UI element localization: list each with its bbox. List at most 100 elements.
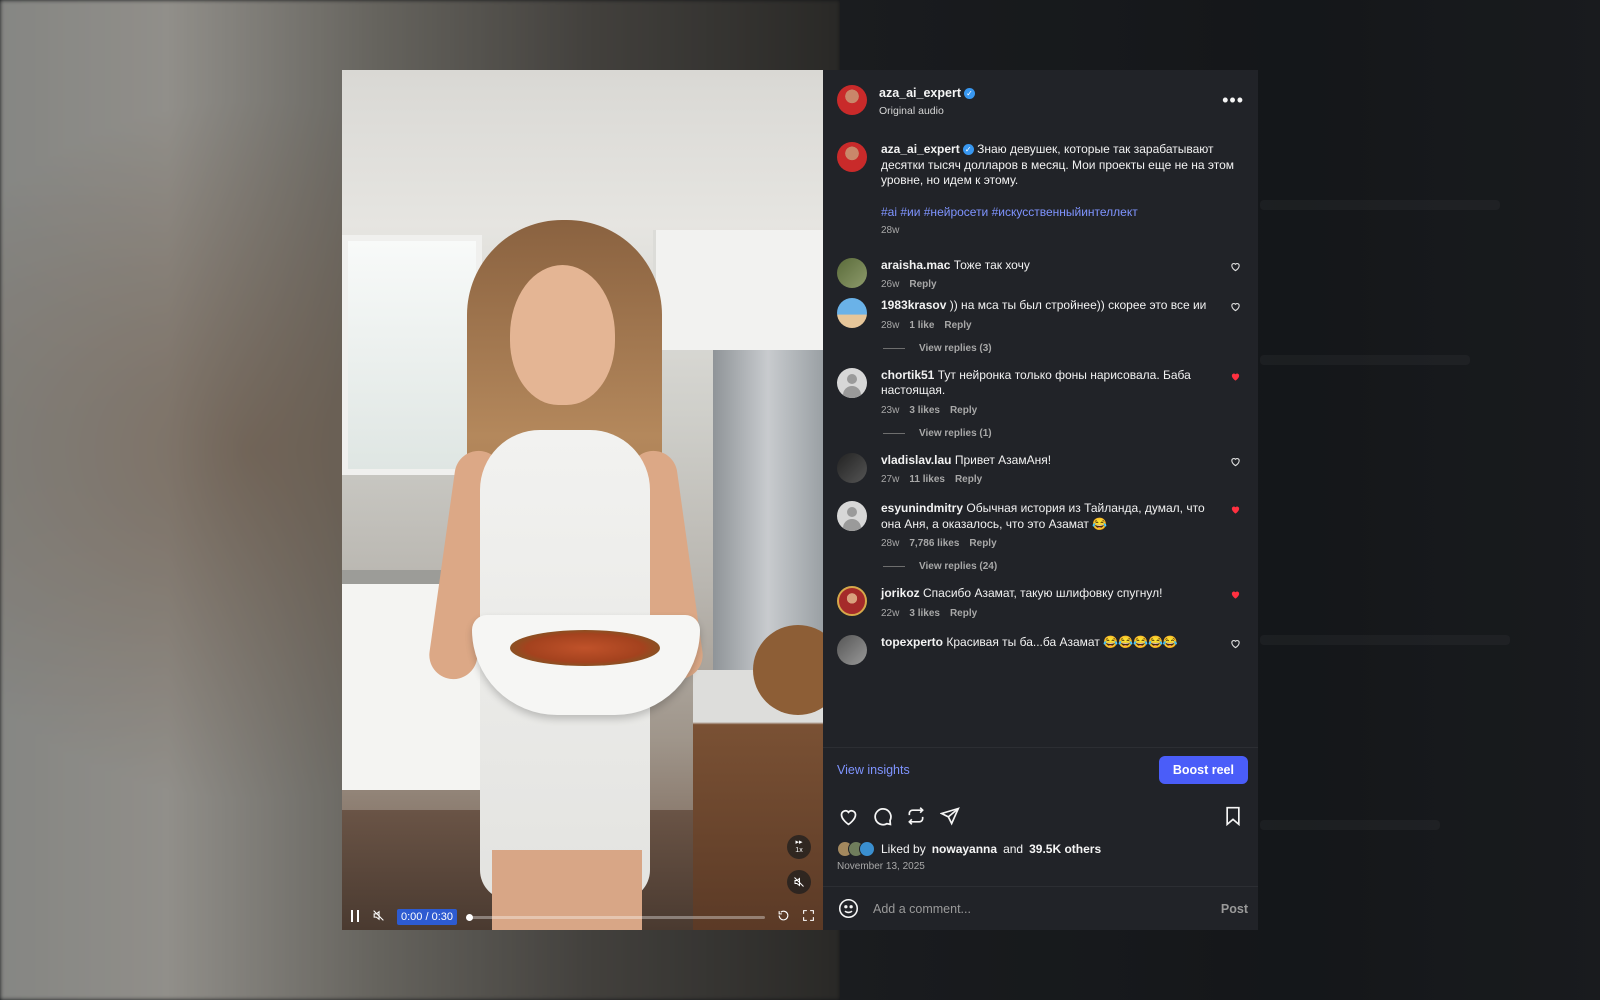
view-replies-button[interactable]: View replies (24): [883, 561, 1244, 572]
liked-by-others[interactable]: 39.5K others: [1029, 842, 1101, 856]
liked-by-prefix: Liked by: [881, 842, 926, 856]
comment-like-button[interactable]: [1226, 453, 1244, 486]
reply-button[interactable]: Reply: [950, 608, 977, 619]
playback-speed-label: 1x: [795, 847, 803, 854]
reply-button[interactable]: Reply: [955, 474, 982, 485]
comment-item: vladislav.lau Привет АзамАня! 27w 11 lik…: [837, 452, 1244, 486]
comments-list[interactable]: aza_ai_expert ✓ Знаю девушек, которые так…: [823, 130, 1258, 747]
comment-likes[interactable]: 3 likes: [909, 405, 940, 416]
muted-speaker-icon: [373, 910, 384, 921]
comment-time: 22w: [881, 607, 900, 619]
author-avatar[interactable]: [837, 85, 867, 115]
reply-button[interactable]: Reply: [909, 279, 936, 290]
send-icon: [940, 807, 960, 826]
view-insights-link[interactable]: View insights: [837, 763, 910, 777]
muted-speaker-icon: [794, 877, 804, 887]
comment-likes[interactable]: 1 like: [909, 320, 934, 331]
emoji-button[interactable]: [837, 898, 859, 920]
reel-video[interactable]: ▸▸ 1x 0:00 / 0:30: [342, 70, 823, 930]
comment-item: chortik51 Тут нейронка только фоны нарис…: [837, 367, 1244, 416]
repost-button[interactable]: [905, 805, 927, 827]
comment-likes[interactable]: 3 likes: [909, 608, 940, 619]
commenter-avatar[interactable]: [837, 586, 867, 616]
view-replies-button[interactable]: View replies (3): [883, 343, 1244, 354]
original-audio-link[interactable]: Original audio: [879, 105, 1210, 117]
view-replies-label: View replies (1): [919, 427, 992, 439]
comment-username[interactable]: jorikoz: [881, 586, 920, 600]
reply-button[interactable]: Reply: [950, 405, 977, 416]
post-comment-button[interactable]: Post: [1221, 902, 1248, 916]
comment-username[interactable]: chortik51: [881, 368, 934, 382]
like-button[interactable]: [837, 805, 859, 827]
comment-like-button[interactable]: [1226, 635, 1244, 665]
comment-like-button[interactable]: [1226, 586, 1244, 619]
view-replies-button[interactable]: View replies (1): [883, 428, 1244, 439]
reply-button[interactable]: Reply: [944, 320, 971, 331]
playback-speed-button[interactable]: ▸▸ 1x: [787, 835, 811, 859]
more-options-button[interactable]: •••: [1222, 90, 1244, 111]
view-replies-label: View replies (24): [919, 561, 998, 572]
video-scene-window: [342, 235, 482, 475]
heart-icon: [840, 809, 856, 825]
more-horizontal-icon: •••: [1222, 89, 1244, 110]
comment-time: 26w: [881, 279, 900, 290]
fast-forward-icon: ▸▸: [795, 839, 803, 846]
video-scene-fridge: [713, 350, 823, 670]
boost-reel-button[interactable]: Boost reel: [1158, 755, 1248, 784]
comment-like-button[interactable]: [1226, 501, 1244, 549]
commenter-avatar[interactable]: [837, 367, 867, 398]
caption-username[interactable]: aza_ai_expert: [881, 142, 960, 156]
fullscreen-button[interactable]: [802, 909, 815, 925]
comment-input[interactable]: [873, 901, 1207, 916]
reel-sidebar: aza_ai_expert ✓ Original audio ••• aza_ai…: [823, 70, 1258, 930]
mute-toggle-button[interactable]: [787, 870, 811, 894]
commenter-avatar[interactable]: [837, 634, 867, 665]
comment-likes[interactable]: 11 likes: [909, 474, 945, 485]
video-food: [510, 630, 660, 666]
comment-username[interactable]: 1983krasov: [881, 298, 946, 312]
save-button[interactable]: [1222, 805, 1244, 827]
comment-button[interactable]: [871, 805, 893, 827]
pause-icon: [351, 909, 359, 922]
author-avatar[interactable]: [837, 142, 867, 172]
comment-time: 28w: [881, 538, 900, 549]
liker-avatar: [859, 841, 875, 857]
pause-button[interactable]: [350, 909, 360, 925]
liked-by-user[interactable]: nowayanna: [932, 842, 997, 856]
comment-username[interactable]: esyunindmitry: [881, 501, 963, 515]
video-controls: 0:00 / 0:30: [342, 904, 823, 930]
comment-username[interactable]: araisha.mac: [881, 258, 950, 272]
reply-button[interactable]: Reply: [969, 538, 996, 549]
comment-like-button[interactable]: [1226, 368, 1244, 416]
fullscreen-icon: [803, 910, 814, 921]
heart-filled-icon: [1231, 506, 1239, 514]
view-replies-label: View replies (3): [919, 342, 992, 354]
comment-time: 28w: [881, 319, 900, 331]
commenter-avatar[interactable]: [837, 257, 867, 288]
heart-filled-icon: [1231, 591, 1239, 599]
comment-item: esyunindmitry Обычная история из Тайланд…: [837, 501, 1244, 549]
comment-likes[interactable]: 7,786 likes: [909, 538, 959, 549]
comment-like-button[interactable]: [1226, 298, 1244, 331]
share-button[interactable]: [939, 805, 961, 827]
comment-username[interactable]: vladislav.lau: [881, 453, 951, 467]
liker-avatars[interactable]: [837, 841, 875, 857]
caption-time: 28w: [881, 224, 900, 236]
replies-divider: [883, 566, 905, 567]
liked-by-joiner: and: [1003, 842, 1024, 856]
verified-badge-icon: ✓: [962, 144, 974, 156]
video-progress-bar[interactable]: [466, 913, 765, 921]
caption-hashtags[interactable]: #ai #ии #нейросети #искусственныйинтелле…: [881, 205, 1244, 219]
comment-item: araisha.mac Тоже так хочу 26w Reply: [837, 257, 1244, 291]
replay-button[interactable]: [777, 909, 790, 925]
volume-button[interactable]: [372, 909, 385, 925]
replies-divider: [883, 432, 905, 434]
author-username[interactable]: aza_ai_expert: [879, 86, 961, 100]
commenter-avatar[interactable]: [837, 501, 867, 531]
commenter-avatar[interactable]: [837, 298, 867, 328]
comment-username[interactable]: topexperto: [881, 635, 943, 649]
commenter-avatar[interactable]: [837, 452, 867, 483]
comment-like-button[interactable]: [1226, 258, 1244, 291]
video-progress-handle[interactable]: [466, 913, 473, 921]
action-bar: [823, 791, 1258, 841]
